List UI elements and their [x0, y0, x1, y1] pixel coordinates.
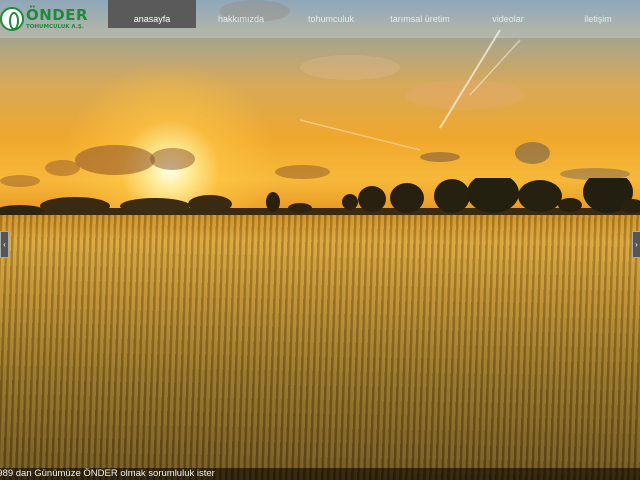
- slider-caption: 1989 dan Günümüze ÖNDER olmak sorumluluk…: [0, 468, 215, 479]
- nav-tarimsal-uretim[interactable]: tarımsal üretim: [378, 0, 462, 28]
- nav-hakkimizda[interactable]: hakkımızda: [205, 0, 277, 28]
- slider-prev-button[interactable]: ‹: [0, 231, 9, 258]
- nav-iletisim[interactable]: iletişim: [565, 0, 631, 28]
- brand-name: ÖNDER: [26, 6, 89, 24]
- wheat-texture: [0, 215, 640, 480]
- chevron-right-icon: ›: [635, 240, 638, 249]
- brand-subtitle: TOHUMCULUK A.Ş.: [26, 24, 84, 30]
- nav-tohumculuk[interactable]: tohumculuk: [292, 0, 370, 28]
- treeline: [0, 178, 640, 220]
- leaf-logo-icon: [0, 7, 24, 31]
- chevron-left-icon: ‹: [3, 240, 6, 249]
- slider-caption-bar: 1989 dan Günümüze ÖNDER olmak sorumluluk…: [0, 468, 640, 480]
- nav-anasayfa[interactable]: anasayfa: [108, 0, 196, 28]
- slider-next-button[interactable]: ›: [632, 231, 640, 258]
- hero-slider: [0, 0, 640, 480]
- top-navbar: ÖNDER TOHUMCULUK A.Ş. anasayfa hakkımızd…: [0, 0, 640, 38]
- brand-logo[interactable]: ÖNDER TOHUMCULUK A.Ş.: [0, 5, 92, 33]
- nav-videolar[interactable]: videolar: [475, 0, 541, 28]
